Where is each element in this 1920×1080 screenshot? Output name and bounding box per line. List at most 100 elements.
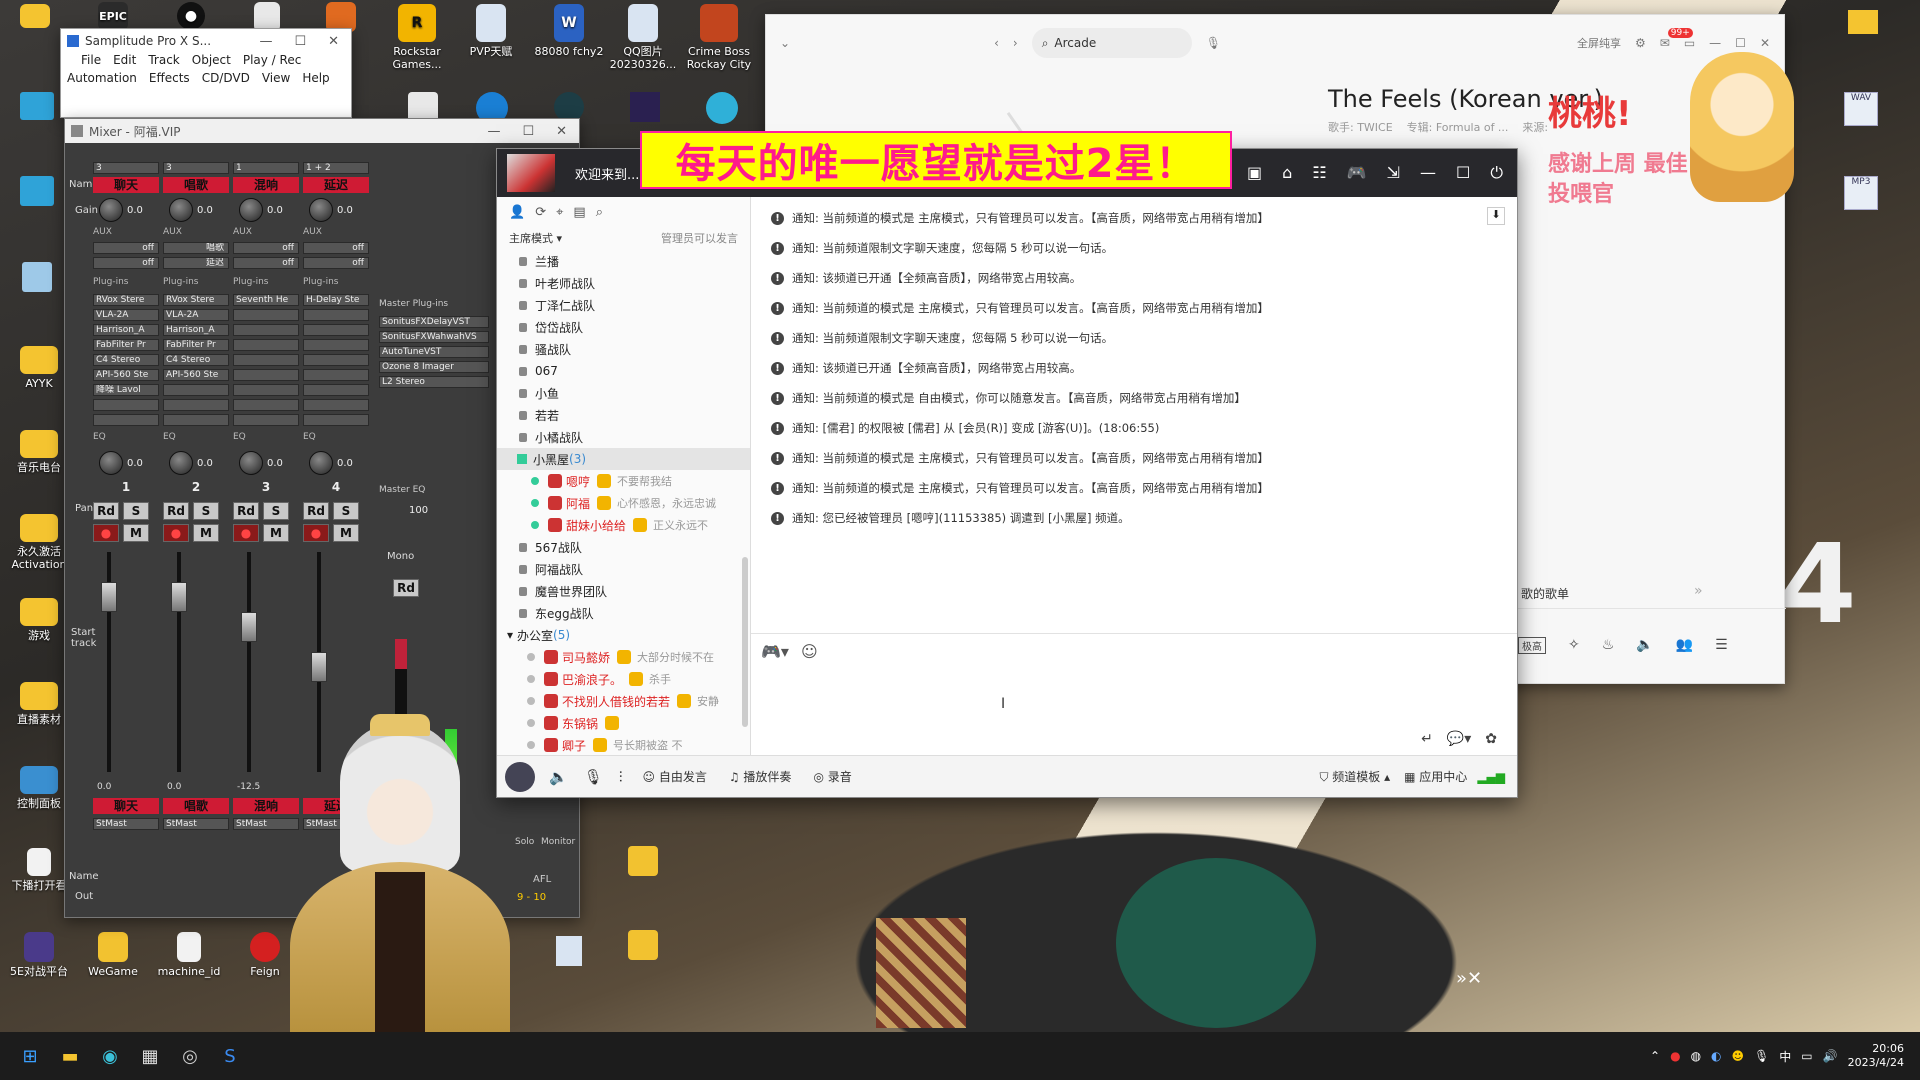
plugin-slot-empty[interactable]: [303, 309, 369, 321]
plugin-slot[interactable]: H-Delay Ste: [303, 294, 369, 306]
plugin-slot[interactable]: FabFilter Pr: [93, 339, 159, 351]
app-icon[interactable]: [706, 92, 738, 124]
record-ready-button[interactable]: Rd: [163, 502, 189, 520]
menu-effects[interactable]: Effects: [149, 71, 190, 85]
aux-send[interactable]: 唱歌: [163, 242, 229, 254]
channel-item[interactable]: 阿福战队: [497, 558, 750, 580]
plugin-slot[interactable]: Harrison_A: [163, 324, 229, 336]
wav-file-icon[interactable]: WAV: [1844, 92, 1878, 126]
master-plugin-slot[interactable]: Ozone 8 Imager: [379, 361, 489, 373]
clock[interactable]: 20:06 2023/4/24: [1848, 1042, 1904, 1070]
plugin-slot-empty[interactable]: [233, 324, 299, 336]
plugin-slot[interactable]: API-560 Ste: [93, 369, 159, 381]
chat-bubble-icon[interactable]: 💬▾: [1447, 731, 1471, 747]
fader-cap[interactable]: [171, 582, 187, 612]
channel-item-office[interactable]: ▾ 办公室 (5): [497, 624, 750, 646]
input-select[interactable]: 3: [163, 162, 229, 174]
network-icon[interactable]: [20, 176, 54, 206]
app-icon[interactable]: [628, 930, 658, 960]
master-plugin-slot[interactable]: SonitusFXDelayVST: [379, 316, 489, 328]
power-icon[interactable]: ⏻: [1490, 163, 1503, 183]
eq-knob[interactable]: [99, 451, 123, 475]
plugin-slot-empty[interactable]: [233, 309, 299, 321]
plugin-slot[interactable]: RVox Stere: [93, 294, 159, 306]
edge-icon[interactable]: ◉: [90, 1036, 130, 1076]
member-item[interactable]: 阿福 心怀感恩，永远忠诚: [497, 492, 750, 514]
member-item[interactable]: 甜妹小给给 正义永远不: [497, 514, 750, 536]
maximize-icon[interactable]: ☐: [294, 34, 306, 49]
sound-icon[interactable]: ♨: [1602, 637, 1615, 654]
member-item[interactable]: 不找别人借钱的若若 安静: [497, 690, 750, 712]
plugin-slot[interactable]: C4 Stereo: [93, 354, 159, 366]
aux-send[interactable]: off: [303, 242, 369, 254]
channel-item[interactable]: 若若: [497, 404, 750, 426]
aux-send[interactable]: off: [233, 242, 299, 254]
plugin-slot[interactable]: C4 Stereo: [163, 354, 229, 366]
maximize-icon[interactable]: ☐: [1456, 163, 1470, 183]
plugin-slot-empty[interactable]: [303, 339, 369, 351]
accompany-button[interactable]: ♫ 播放伴奏: [729, 768, 792, 785]
menu-object[interactable]: Object: [192, 53, 231, 67]
record-ready-button[interactable]: Rd: [233, 502, 259, 520]
desktop-icon-wegame[interactable]: WeGame: [74, 932, 152, 978]
expand-icon[interactable]: »: [1694, 583, 1703, 599]
record-arm-button[interactable]: ●: [163, 524, 189, 542]
plugin-slot-empty[interactable]: [233, 384, 299, 396]
member-item[interactable]: 司马懿娇 大部分时候不在: [497, 646, 750, 668]
channel-item[interactable]: 丁泽仁战队: [497, 294, 750, 316]
plugin-slot[interactable]: Seventh He: [233, 294, 299, 306]
channel-item[interactable]: 东egg战队: [497, 602, 750, 624]
master-pan-value[interactable]: 100: [409, 505, 428, 516]
plugin-slot-empty[interactable]: [233, 399, 299, 411]
folder-icon[interactable]: [1848, 10, 1878, 34]
user-icon[interactable]: 👤: [509, 205, 525, 220]
record-button[interactable]: ◎ 录音: [813, 768, 851, 785]
listen-together-icon[interactable]: 👥: [1676, 637, 1693, 654]
chevron-up-icon[interactable]: ⌃: [1650, 1049, 1660, 1063]
master-rd-button[interactable]: Rd: [393, 579, 419, 597]
plugin-slot[interactable]: VLA-2A: [163, 309, 229, 321]
scroll-bottom-icon[interactable]: ⬇: [1487, 207, 1505, 225]
gain-knob[interactable]: [169, 198, 193, 222]
plugin-slot-empty[interactable]: [233, 369, 299, 381]
chevron-down-icon[interactable]: ⌄: [780, 36, 790, 50]
free-speak-button[interactable]: ☺ 自由发言: [643, 768, 707, 785]
speaker-icon[interactable]: 🔈: [549, 768, 568, 786]
minimize-icon[interactable]: —: [1420, 163, 1436, 183]
plugin-slot[interactable]: FabFilter Pr: [163, 339, 229, 351]
close-icon[interactable]: ✕: [556, 124, 567, 139]
ime-indicator[interactable]: 中: [1779, 1048, 1791, 1065]
eq-knob[interactable]: [239, 451, 263, 475]
solo-button[interactable]: S: [333, 502, 359, 520]
menu-file[interactable]: File: [81, 53, 101, 67]
master-out-value[interactable]: 9 - 10: [517, 892, 546, 903]
plugin-slot-empty[interactable]: [303, 324, 369, 336]
gamepad-icon[interactable]: 🎮: [1347, 163, 1367, 183]
gain-knob[interactable]: [239, 198, 263, 222]
channel-name[interactable]: 聊天: [93, 177, 159, 193]
mail-icon[interactable]: ✉ 99+: [1660, 28, 1693, 50]
master-fader-cap[interactable]: [395, 639, 407, 669]
solo-button[interactable]: S: [263, 502, 289, 520]
menu-automation[interactable]: Automation: [67, 71, 137, 85]
eq-knob[interactable]: [169, 451, 193, 475]
input-select[interactable]: 1 + 2: [303, 162, 369, 174]
desktop-icon-folder[interactable]: [0, 4, 70, 31]
menu-help[interactable]: Help: [302, 71, 329, 85]
quality-button[interactable]: 极高: [1518, 637, 1546, 654]
input-select[interactable]: 1: [233, 162, 299, 174]
minimize-icon[interactable]: —: [1709, 36, 1721, 50]
menu-view[interactable]: View: [262, 71, 290, 85]
plugin-slot[interactable]: Harrison_A: [93, 324, 159, 336]
playlist-icon[interactable]: ☰: [1715, 637, 1728, 654]
mute-button[interactable]: M: [263, 524, 289, 542]
record-arm-button[interactable]: ●: [93, 524, 119, 542]
solo-button[interactable]: S: [123, 502, 149, 520]
desktop-icon-5e[interactable]: 5E对战平台: [0, 932, 78, 978]
windows-start-icon[interactable]: ⊞: [10, 1036, 50, 1076]
desktop-icon-rockstar[interactable]: R Rockstar Games...: [378, 4, 456, 71]
tray-app-icon[interactable]: ☻: [1732, 1049, 1745, 1063]
menu-cd-dvd[interactable]: CD/DVD: [202, 71, 250, 85]
notes-icon[interactable]: ▤: [573, 205, 585, 220]
menu-track[interactable]: Track: [148, 53, 179, 67]
